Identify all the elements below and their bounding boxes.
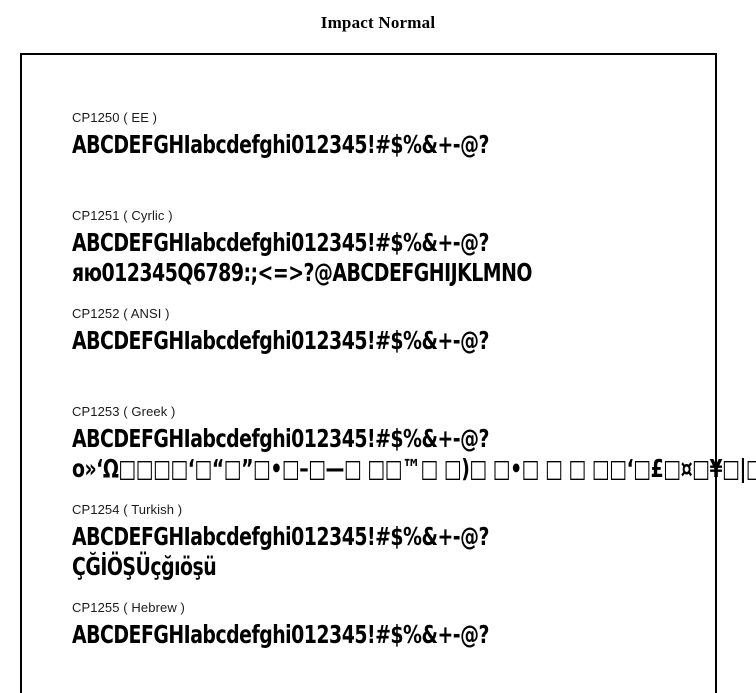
codepage-label: CP1251 ( Cyrlic ) [72, 208, 173, 223]
codepage-sample-text: ABCDEFGHIabcdefghi012345!#$%&+-@? [72, 326, 489, 355]
codepage-sample-text: ABCDEFGHIabcdefghi012345!#$%&+-@? [72, 522, 489, 551]
codepage-label: CP1252 ( ANSI ) [72, 306, 170, 321]
codepage-sample-text: ABCDEFGHIabcdefghi012345!#$%&+-@? [72, 130, 489, 159]
codepage-sample-text: ÇĞİÖŞÜçğıöşü [72, 552, 217, 581]
codepage-sample-text: ABCDEFGHIabcdefghi012345!#$%&+-@? [72, 620, 489, 649]
codepage-label: CP1254 ( Turkish ) [72, 502, 183, 517]
codepage-block: CP1255 ( Hebrew ) ABCDEFGHIabcdefghi01234… [72, 600, 756, 650]
codepage-sample-text: o»‘Ω□□□□‘□“□”□•□–□—□ □□™□ □)□ □•□ □ □ □□… [72, 454, 756, 483]
codepage-label: CP1250 ( EE ) [72, 110, 158, 125]
content-frame: CP1250 ( EE ) ABCDEFGHIabcdefghi012345!#$… [20, 53, 756, 693]
page-title: Impact Normal [320, 13, 436, 32]
codepage-block: CP1251 ( Cyrlic ) ABCDEFGHIabcdefghi01234… [72, 208, 756, 288]
codepage-sample-text: ABCDEFGHIabcdefghi012345!#$%&+-@? [72, 228, 489, 257]
codepage-block: CP1254 ( Turkish ) ABCDEFGHIabcdefghi0123… [72, 502, 756, 582]
codepage-block: CP1252 ( ANSI ) ABCDEFGHIabcdefghi012345!… [72, 306, 756, 356]
codepage-label: CP1255 ( Hebrew ) [72, 600, 185, 615]
codepage-block: CP1250 ( EE ) ABCDEFGHIabcdefghi012345!#$… [72, 110, 756, 160]
codepage-sample-text: ABCDEFGHIabcdefghi012345!#$%&+-@? [72, 424, 489, 453]
codepage-block: CP1253 ( Greek ) ABCDEFGHIabcdefghi012345… [72, 404, 756, 484]
codepage-label: CP1253 ( Greek ) [72, 404, 176, 419]
codepage-sample-text: яю012345Q6789:;<=>?@ABCDEFGHIJKLMNO [72, 258, 532, 287]
